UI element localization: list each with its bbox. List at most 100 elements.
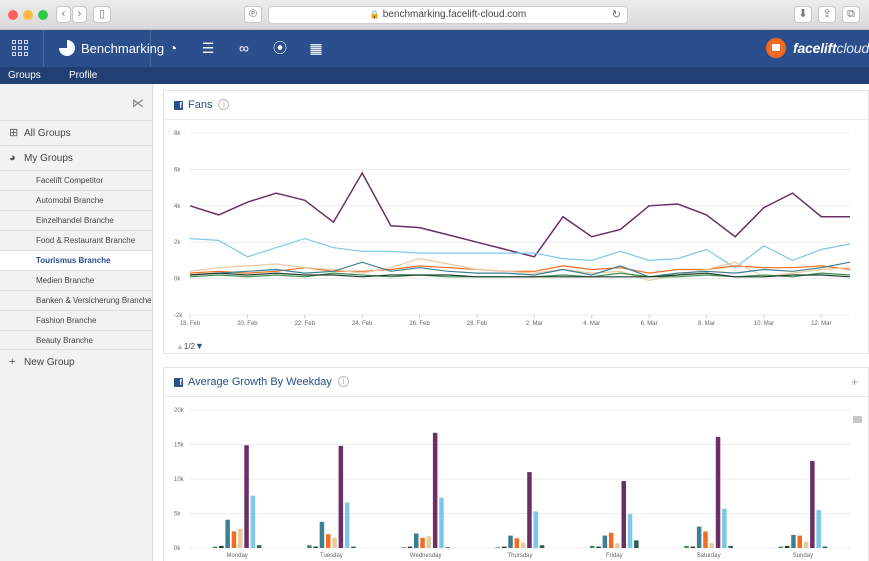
forward-icon[interactable]: › bbox=[72, 6, 87, 23]
address-url: benchmarking.facelift-cloud.com bbox=[382, 9, 527, 20]
y-tick-label: 0k bbox=[174, 546, 181, 552]
x-tick-label: 22. Feb bbox=[295, 321, 316, 327]
y-tick-label: 0k bbox=[174, 277, 181, 283]
x-tick-label: 24. Feb bbox=[352, 321, 373, 327]
plus-icon: + bbox=[9, 356, 16, 368]
new-group-button[interactable]: + New Group bbox=[0, 349, 152, 374]
sidebar-group-item[interactable]: Medien Branche bbox=[0, 270, 152, 290]
minimize-window-button[interactable] bbox=[23, 10, 33, 20]
sidebar-group-item[interactable]: Banken & Versicherung Branche bbox=[0, 290, 152, 310]
collapse-sidebar-icon[interactable]: ⋉ bbox=[132, 96, 144, 110]
pager-label: 1/2 bbox=[183, 342, 196, 351]
bar bbox=[696, 526, 702, 548]
app-grid-icon[interactable] bbox=[0, 30, 44, 67]
add-widget-button[interactable]: + bbox=[851, 375, 858, 389]
bar bbox=[445, 547, 450, 548]
sidebar-group-item[interactable]: Food & Restaurant Branche bbox=[0, 230, 152, 250]
x-tick-label: Friday bbox=[606, 553, 623, 559]
brand[interactable]: Benchmarking bbox=[45, 30, 164, 67]
bar bbox=[608, 532, 614, 548]
bar bbox=[784, 545, 790, 548]
bar bbox=[533, 511, 538, 548]
sidebar-group-item[interactable]: Tourismus Branche bbox=[0, 250, 152, 270]
sidebar-group-item[interactable]: Beauty Branche bbox=[0, 330, 152, 350]
subnav-groups[interactable]: Groups bbox=[8, 67, 41, 84]
bar bbox=[432, 432, 438, 548]
bar bbox=[514, 538, 520, 548]
download-icon[interactable]: ⬇ bbox=[794, 6, 812, 23]
pinterest-extension-icon[interactable]: ℗ bbox=[244, 6, 262, 23]
bar bbox=[256, 545, 262, 548]
info-icon[interactable]: i bbox=[218, 99, 230, 110]
subnav-profile[interactable]: Profile bbox=[69, 67, 97, 84]
bar bbox=[634, 540, 639, 548]
x-tick-label: Tuesday bbox=[320, 553, 343, 559]
bar bbox=[307, 545, 312, 548]
tabs-icon[interactable]: ⧉ bbox=[842, 6, 860, 23]
bar bbox=[508, 535, 513, 548]
sidebar-group-item[interactable]: Einzelhandel Branche bbox=[0, 210, 152, 230]
reload-icon[interactable]: ↻ bbox=[612, 7, 621, 23]
bar bbox=[244, 445, 249, 548]
x-tick-label: 18. Feb bbox=[180, 321, 201, 327]
pager-up-icon[interactable]: ▲ bbox=[176, 342, 184, 351]
sidebar-group-item[interactable]: Facelift Competitor bbox=[0, 170, 152, 190]
bar bbox=[690, 546, 696, 548]
sidebar-group-item[interactable]: Automobil Branche bbox=[0, 190, 152, 210]
sidebar-group-item[interactable]: Fashion Branche bbox=[0, 310, 152, 330]
fans-line-chart: -2k 0k 2k 4k 6k 8k 18. Feb 20. Feb 22. Feb 24. Fe… bbox=[174, 131, 851, 327]
x-tick-label: 26. Feb bbox=[409, 321, 430, 327]
y-tick-label: 6k bbox=[174, 167, 181, 173]
facebook-search-icon[interactable]: ⦿ bbox=[262, 30, 298, 67]
stack-icon[interactable]: ☰ bbox=[190, 30, 226, 67]
fans-title: Fans bbox=[188, 99, 213, 111]
bar bbox=[319, 521, 325, 548]
dashboard-icon[interactable]: ◔ bbox=[155, 30, 191, 67]
bar bbox=[225, 519, 230, 548]
pager-down-icon[interactable]: ▼ bbox=[195, 341, 204, 351]
y-tick-label: -2k bbox=[174, 313, 183, 319]
bar bbox=[797, 535, 802, 548]
facebook-icon: f bbox=[174, 378, 183, 387]
address-bar[interactable]: 🔒 benchmarking.facelift-cloud.com ↻ bbox=[268, 6, 628, 24]
bar bbox=[313, 546, 318, 548]
bar bbox=[401, 547, 406, 548]
close-window-button[interactable] bbox=[8, 10, 18, 20]
y-tick-label: 20k bbox=[174, 408, 185, 414]
sidebar-item-all-groups[interactable]: ⊞ All Groups bbox=[0, 120, 152, 145]
y-tick-label: 2k bbox=[174, 240, 181, 246]
bar bbox=[520, 542, 526, 548]
bar bbox=[219, 545, 224, 548]
bar bbox=[238, 528, 243, 548]
app-header: Benchmarking ◔ ☰ ∞ ⦿ ▦ faceliftcloud bbox=[0, 30, 869, 67]
y-tick-label: 10k bbox=[174, 477, 185, 483]
bar bbox=[627, 514, 633, 548]
user-avatar[interactable] bbox=[766, 38, 786, 58]
x-tick-label: 4. Mar bbox=[583, 321, 600, 327]
bar bbox=[527, 472, 532, 548]
bar bbox=[596, 546, 601, 548]
y-tick-label: 15k bbox=[174, 443, 185, 449]
calendar-icon[interactable]: ▦ bbox=[298, 30, 334, 67]
bar bbox=[703, 531, 708, 548]
binoculars-icon[interactable]: ∞ bbox=[226, 30, 262, 67]
facebook-icon: f bbox=[174, 101, 183, 110]
share-icon[interactable]: ⇪ bbox=[818, 6, 836, 23]
zoom-window-button[interactable] bbox=[38, 10, 48, 20]
sidebar-item-my-groups[interactable]: ◕ My Groups bbox=[0, 145, 152, 170]
sidebar-toggle-icon[interactable]: ▯ bbox=[93, 6, 111, 23]
bar bbox=[495, 547, 501, 548]
bar bbox=[816, 510, 821, 548]
legend-pager[interactable]: ▲1/2▼ bbox=[176, 341, 204, 351]
bar bbox=[231, 531, 237, 548]
growth-title: Average Growth By Weekday bbox=[188, 376, 332, 388]
bar bbox=[590, 545, 595, 548]
info-icon[interactable]: i bbox=[337, 376, 349, 387]
back-icon[interactable]: ‹ bbox=[56, 6, 71, 23]
fans-panel-header: f Fans i bbox=[164, 91, 868, 120]
bar bbox=[791, 534, 796, 548]
bar bbox=[615, 543, 620, 548]
pie-chart-icon bbox=[59, 40, 75, 56]
x-tick-label: Monday bbox=[226, 553, 247, 559]
x-tick-label: Thursday bbox=[507, 553, 532, 559]
